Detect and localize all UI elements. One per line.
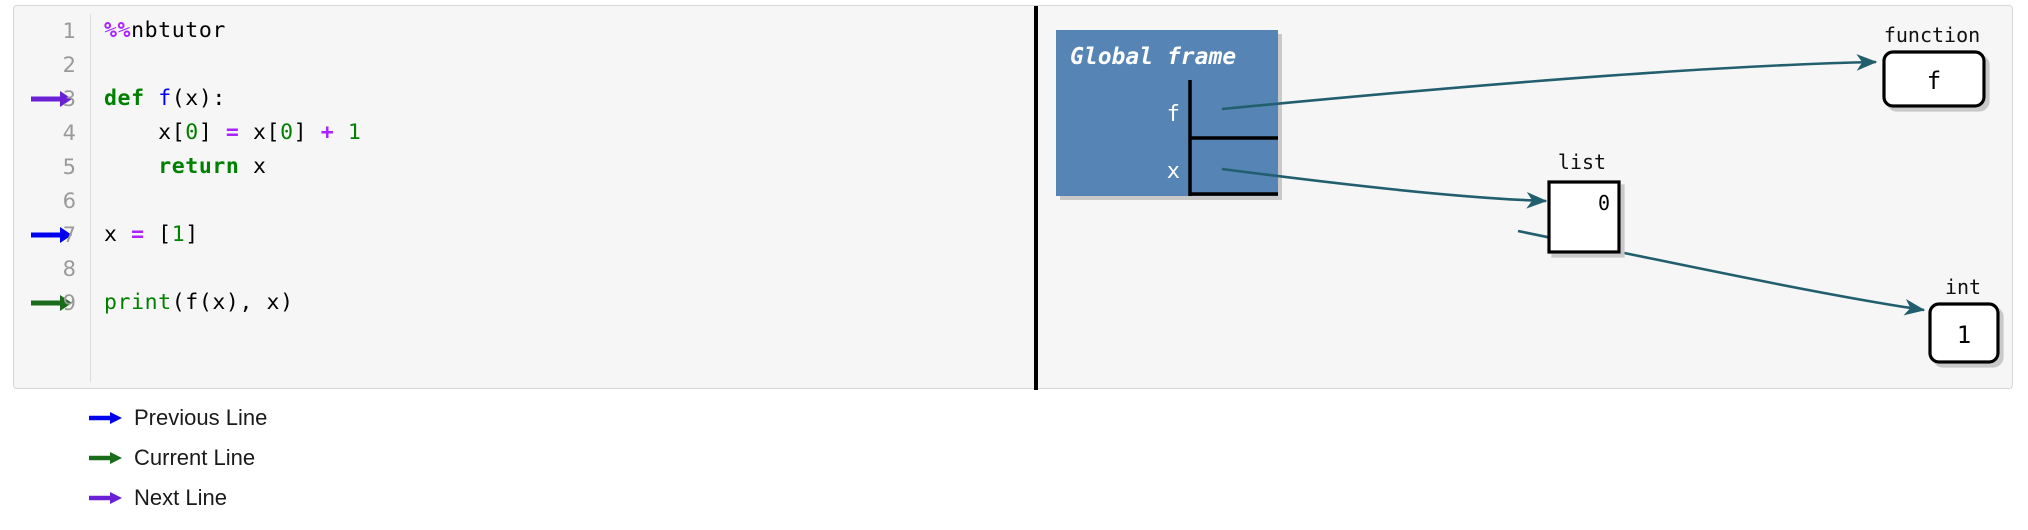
legend: Previous Line Current Line Next Line <box>88 398 588 518</box>
code-token-num: 1 <box>171 222 186 247</box>
code-token-num: 0 <box>280 120 294 145</box>
line-number: 2 <box>62 53 76 77</box>
code-line[interactable]: 9 print(f(x), x) <box>14 286 1034 320</box>
code-line[interactable]: 8 <box>14 252 1034 286</box>
code-token-magic: %% <box>104 18 132 43</box>
line-number: 6 <box>62 189 76 213</box>
code-token-plain: [ <box>144 222 172 247</box>
code-token-op: + <box>320 120 335 145</box>
code-line[interactable]: 1 %%nbtutor <box>14 14 1034 48</box>
heap-object-list: list 0 <box>1547 150 1621 254</box>
object-diagram: Global frame f x function f list 0 int 1 <box>1038 6 2014 390</box>
arrow-right-icon <box>88 448 124 468</box>
nbtutor-visualization: 1 %%nbtutor 2 3 def f(x): 4 x[0] = x[0] + 15 … <box>0 0 2028 530</box>
legend-item: Current Line <box>88 438 588 478</box>
object-value-function: f <box>1927 67 1941 95</box>
code-line-text: return x <box>104 150 267 184</box>
heap-object-int: int 1 <box>1928 275 2000 364</box>
code-token-plain: (x): <box>171 86 226 111</box>
heap-object-function: function f <box>1882 23 1986 108</box>
legend-item: Next Line <box>88 478 588 518</box>
code-token-plain: x <box>104 222 132 247</box>
code-token-kw: return <box>158 154 240 179</box>
legend-item: Previous Line <box>88 398 588 438</box>
arrow-right-icon <box>88 488 124 508</box>
code-token-plain: ] <box>198 120 226 145</box>
code-token-plain: (f(x), x) <box>171 290 294 315</box>
code-line-text: print(f(x), x) <box>104 286 294 320</box>
frame-title: Global frame <box>1070 44 1236 70</box>
visualizer-panel: 1 %%nbtutor 2 3 def f(x): 4 x[0] = x[0] + 15 … <box>13 5 2014 390</box>
code-line[interactable]: 2 <box>14 48 1034 82</box>
code-line-text: x[0] = x[0] + 1 <box>104 116 361 150</box>
code-token-num: 1 <box>347 120 362 145</box>
arrow-right-icon <box>88 408 124 428</box>
object-type-label-list: list <box>1558 150 1606 174</box>
legend-item-label: Current Line <box>134 445 256 470</box>
code-token-plain: ] <box>293 120 321 145</box>
code-line[interactable]: 7 x = [1] <box>14 218 1034 252</box>
code-token-kw: def <box>104 86 159 111</box>
code-token-func: f <box>158 86 172 111</box>
code-line[interactable]: 6 <box>14 184 1034 218</box>
object-index-label-0: 0 <box>1598 191 1610 215</box>
line-number: 8 <box>62 257 76 281</box>
line-number: 7 <box>62 223 76 247</box>
object-type-label-int: int <box>1945 275 1981 299</box>
code-token-num: 0 <box>185 120 199 145</box>
code-token-plain: x <box>239 154 267 179</box>
line-number: 9 <box>62 291 76 315</box>
code-token-op: = <box>131 222 145 247</box>
code-line[interactable]: 3 def f(x): <box>14 82 1034 116</box>
code-token-op: = <box>225 120 240 145</box>
frame-var-name-x: x <box>1167 159 1180 184</box>
pointer-arrow-f-to-function <box>1221 54 1878 111</box>
code-line-text: def f(x): <box>104 82 226 116</box>
code-editor[interactable]: 1 %%nbtutor 2 3 def f(x): 4 x[0] = x[0] + 15 … <box>14 6 1034 390</box>
code-line-text: %%nbtutor <box>104 14 226 48</box>
object-type-label-function: function <box>1884 23 1980 47</box>
legend-item-label: Previous Line <box>134 405 268 430</box>
frame-var-name-f: f <box>1167 102 1180 127</box>
code-line-text: x = [1] <box>104 218 199 252</box>
code-line[interactable]: 5 return x <box>14 150 1034 184</box>
legend-item-label: Next Line <box>134 485 227 510</box>
code-token-builtin: print <box>104 290 172 315</box>
code-token-plain: ] <box>185 222 199 247</box>
code-line[interactable]: 4 x[0] = x[0] + 1 <box>14 116 1034 150</box>
code-token-plain: x[ <box>239 120 281 145</box>
code-token-plain: nbtutor <box>131 18 226 43</box>
line-number: 1 <box>62 19 76 43</box>
code-token-plain: x[ <box>104 120 186 145</box>
object-value-int: 1 <box>1957 321 1971 349</box>
line-number: 4 <box>62 121 76 145</box>
diagram-canvas: Global frame f x function f list 0 int 1 <box>1056 23 2000 364</box>
line-number: 5 <box>62 155 76 179</box>
line-number: 3 <box>62 87 76 111</box>
